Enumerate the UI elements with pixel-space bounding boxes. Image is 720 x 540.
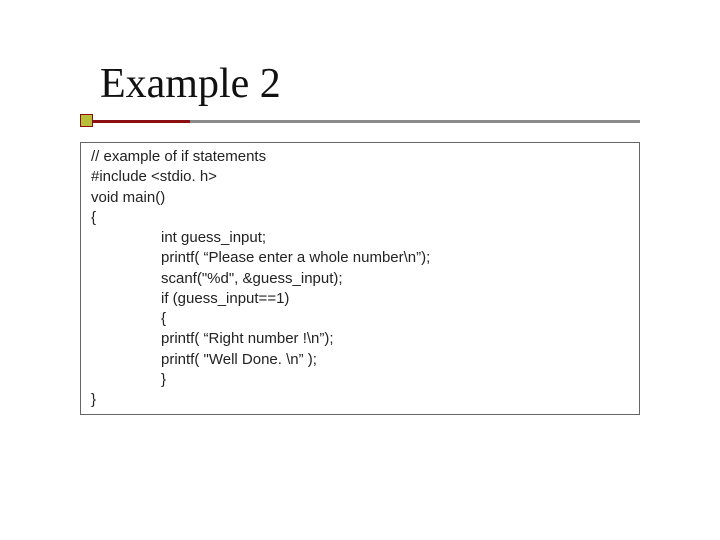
slide: Example 2 // example of if statements #i…	[0, 0, 720, 540]
code-line: printf( “Please enter a whole number\n”)…	[91, 248, 629, 268]
title-underline	[80, 114, 640, 134]
code-line: printf( “Right number !\n”);	[91, 329, 629, 349]
code-line: {	[91, 309, 629, 329]
code-line: void main()	[91, 188, 629, 208]
rule-red	[80, 120, 190, 123]
code-line: // example of if statements	[91, 147, 629, 167]
accent-square-icon	[80, 114, 93, 127]
code-line: printf( "Well Done. \n” );	[91, 350, 629, 370]
code-line: }	[91, 390, 629, 410]
code-box: // example of if statements #include <st…	[80, 142, 640, 415]
code-line: }	[91, 370, 629, 390]
slide-title: Example 2	[100, 60, 680, 108]
code-line: {	[91, 208, 629, 228]
code-line: scanf("%d", &guess_input);	[91, 269, 629, 289]
code-line: if (guess_input==1)	[91, 289, 629, 309]
code-line: #include <stdio. h>	[91, 167, 629, 187]
code-line: int guess_input;	[91, 228, 629, 248]
